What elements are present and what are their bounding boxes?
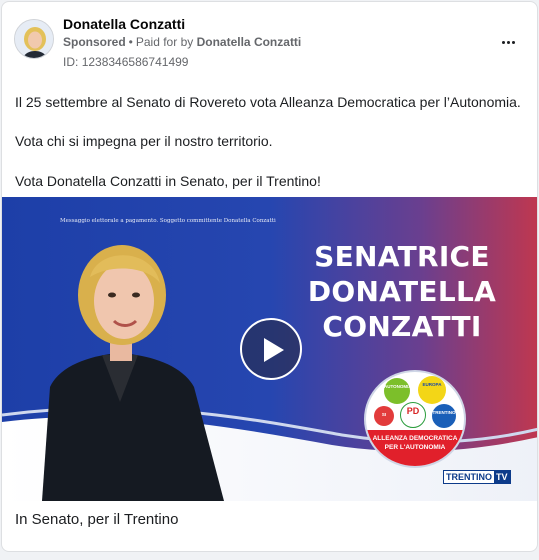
sponsor-line: Sponsored • Paid for by Donatella Conzatti <box>63 35 301 49</box>
party-logo-trentino: TRENTINO <box>432 404 456 428</box>
alliance-line-1: ALLEANZA DEMOCRATICA <box>372 435 458 442</box>
body-text-line-3: Vota Donatella Conzatti in Senato, per i… <box>15 173 321 189</box>
alliance-logo: AUTONOMIA EUROPA SI PD TRENTINO ALLEANZA… <box>366 372 464 466</box>
paid-for-prefix: Paid for by <box>135 35 194 49</box>
video-caption: In Senato, per il Trentino <box>15 511 179 528</box>
body-text-line-1: Il 25 settembre al Senato di Rovereto vo… <box>15 94 521 110</box>
play-icon <box>264 338 284 362</box>
separator: • <box>128 35 133 49</box>
video-media[interactable]: Messaggio elettorale a pagamento. Sogget… <box>2 197 537 501</box>
brand-tv: TV <box>494 471 510 483</box>
headline-line-1: SENATRICE <box>314 240 490 273</box>
party-logo-pd: PD <box>400 402 426 428</box>
more-options-button[interactable] <box>495 32 521 52</box>
body-text-line-2: Vota chi si impegna per il nostro territ… <box>15 133 273 149</box>
headline-line-3: CONZATTI <box>322 310 482 343</box>
headline-line-2: DONATELLA <box>307 275 497 308</box>
alliance-name: ALLEANZA DEMOCRATICA PER L'AUTONOMIA <box>366 430 464 466</box>
brand-text: TRENTINO <box>444 471 494 483</box>
sponsored-label: Sponsored <box>63 35 126 49</box>
alliance-line-2: PER L'AUTONOMIA <box>384 444 446 451</box>
ad-card: Donatella Conzatti Sponsored • Paid for by… <box>1 1 538 552</box>
party-logo-autonomia: AUTONOMIA <box>384 378 412 404</box>
trentino-tv-logo: TRENTINO TV <box>443 470 511 484</box>
paid-for-name[interactable]: Donatella Conzatti <box>197 35 302 49</box>
more-horizontal-icon <box>501 40 515 44</box>
disclaimer-text: Messaggio elettorale a pagamento. Sogget… <box>60 218 276 224</box>
page-name[interactable]: Donatella Conzatti <box>63 16 185 32</box>
ad-id: ID: 1238346586741499 <box>63 55 188 69</box>
headline: SENATRICE DONATELLA CONZATTI <box>302 239 502 344</box>
ad-id-value: 1238346586741499 <box>81 55 189 69</box>
avatar[interactable] <box>14 19 54 59</box>
ad-id-label: ID: <box>63 55 79 69</box>
party-logo-sinistra: SI <box>374 406 394 426</box>
play-button[interactable] <box>240 318 302 380</box>
party-logo-europa: EUROPA <box>418 376 446 404</box>
